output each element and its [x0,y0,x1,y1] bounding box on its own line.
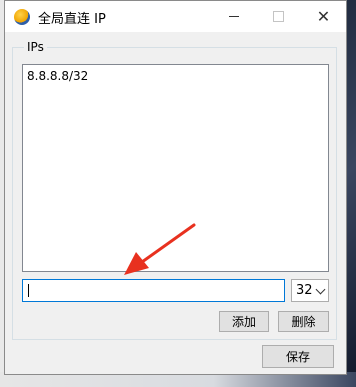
ip-input[interactable] [22,279,285,302]
prefix-length-select[interactable]: 32 [291,279,329,302]
maximize-icon [273,11,284,22]
close-icon: ✕ [316,6,331,26]
text-caret [28,284,29,297]
minimize-button[interactable] [211,1,256,32]
close-button[interactable]: ✕ [301,1,346,32]
window-title: 全局直连 IP [38,12,106,27]
ips-group-label: IPs [24,40,47,54]
prefix-length-value: 32 [296,283,313,298]
chevron-down-icon [315,284,326,295]
delete-button[interactable]: 删除 [278,311,329,332]
list-item[interactable]: 8.8.8.8/32 [27,68,324,84]
save-button[interactable]: 保存 [262,345,334,368]
maximize-button[interactable] [256,1,301,32]
app-logo-icon [14,9,30,25]
add-button[interactable]: 添加 [219,311,269,332]
ip-listbox[interactable]: 8.8.8.8/32 [22,64,329,272]
minimize-icon [228,16,239,17]
title-bar[interactable]: 全局直连 IP ✕ [5,1,346,32]
